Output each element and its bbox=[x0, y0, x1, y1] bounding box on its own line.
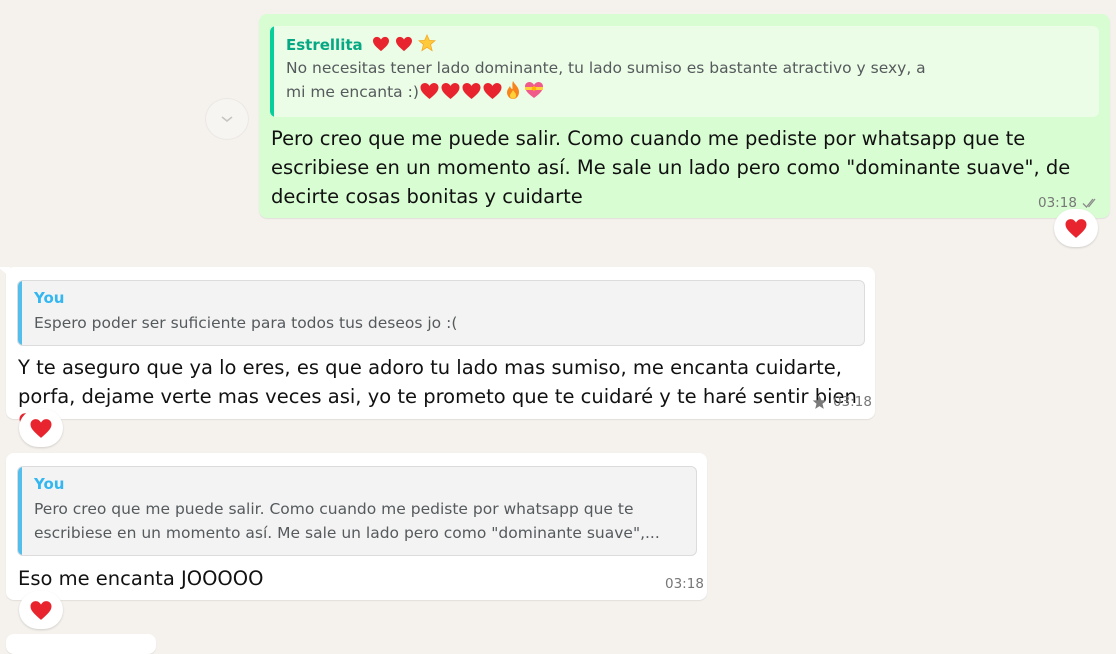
fire-icon bbox=[506, 81, 519, 99]
red-heart-icon bbox=[1065, 218, 1087, 238]
message-text: Pero creo que me puede salir. Como cuand… bbox=[271, 127, 1071, 208]
message-text: Y te aseguro que ya lo eres, es que ador… bbox=[18, 356, 857, 408]
red-heart-icon bbox=[30, 418, 52, 438]
message-incoming-partial[interactable] bbox=[6, 634, 156, 654]
message-incoming[interactable]: You Pero creo que me puede salir. Como c… bbox=[6, 453, 707, 600]
reaction-badge[interactable] bbox=[19, 409, 63, 447]
quoted-message[interactable]: You Espero poder ser suficiente para tod… bbox=[17, 280, 865, 346]
double-check-icon bbox=[1082, 198, 1096, 208]
red-heart-icon bbox=[420, 83, 439, 99]
star-icon bbox=[812, 395, 827, 409]
quote-author: You bbox=[34, 289, 65, 307]
red-heart-icon bbox=[462, 83, 481, 99]
red-heart-icon bbox=[30, 600, 52, 620]
message-incoming[interactable]: You Espero poder ser suficiente para tod… bbox=[0, 267, 875, 434]
red-heart-icon bbox=[396, 36, 413, 52]
red-heart-icon bbox=[483, 83, 502, 99]
heart-with-ribbon-icon bbox=[524, 82, 543, 98]
message-outgoing[interactable]: Estrellita No necesitas tener lado domin… bbox=[259, 14, 1110, 218]
message-text: Eso me encanta JOOOOO bbox=[18, 567, 264, 590]
glowing-star-icon bbox=[418, 33, 437, 52]
quote-author-emoji bbox=[372, 33, 437, 56]
quoted-message[interactable]: You Pero creo que me puede salir. Como c… bbox=[17, 466, 697, 556]
red-heart-icon bbox=[441, 83, 460, 99]
quote-trailing-emoji bbox=[419, 80, 545, 107]
reaction-badge[interactable] bbox=[19, 591, 63, 629]
chevron-down-icon bbox=[221, 116, 233, 123]
reaction-badge[interactable] bbox=[1054, 209, 1098, 247]
scroll-down-button[interactable] bbox=[205, 98, 249, 140]
quote-text: Espero poder ser suficiente para todos t… bbox=[34, 314, 458, 332]
quoted-message[interactable]: Estrellita No necesitas tener lado domin… bbox=[270, 26, 1099, 117]
quote-text: No necesitas tener lado dominante, tu la… bbox=[286, 59, 926, 101]
quote-author: Estrellita bbox=[286, 36, 363, 54]
bubble-tail bbox=[0, 267, 10, 277]
quote-author: You bbox=[34, 475, 65, 493]
red-heart-icon bbox=[372, 36, 389, 52]
quote-text: Pero creo que me puede salir. Como cuand… bbox=[34, 500, 660, 542]
message-time: 03:18 bbox=[665, 576, 704, 592]
message-time: 03:18 bbox=[833, 394, 872, 410]
